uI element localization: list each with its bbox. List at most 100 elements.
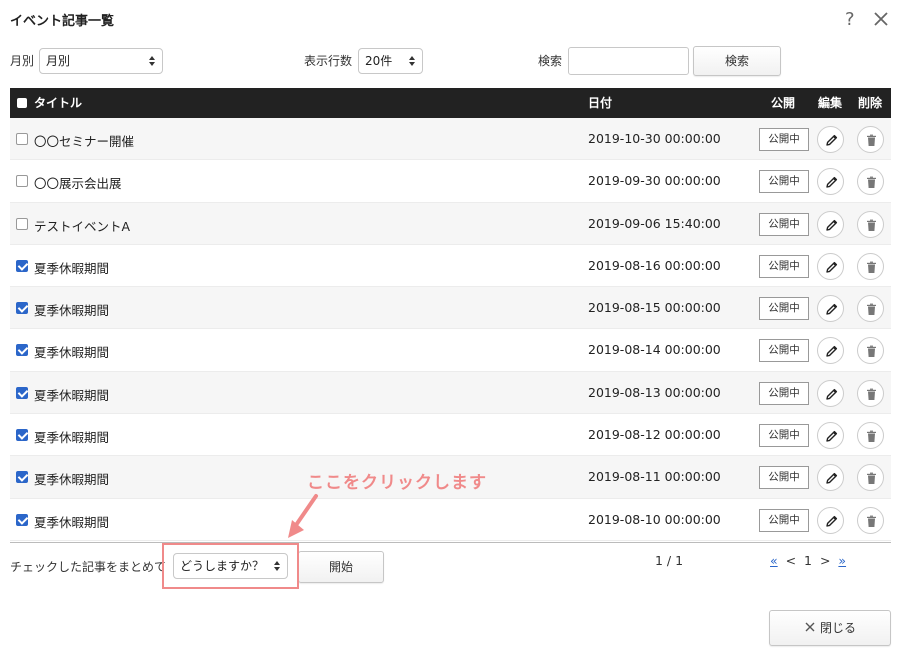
trash-icon — [867, 261, 876, 273]
row-date: 2019-08-14 00:00:00 — [588, 342, 721, 358]
edit-button[interactable] — [817, 464, 844, 492]
row-checkbox[interactable] — [16, 386, 28, 399]
header-publish: 公開 — [771, 96, 796, 110]
pencil-icon — [826, 430, 838, 442]
dialog-title: イベント記事一覧 — [10, 14, 115, 29]
row-date: 2019-09-30 00:00:00 — [588, 173, 721, 189]
edit-button[interactable] — [817, 210, 844, 238]
rows-per-page-label: 表示行数 — [304, 54, 353, 68]
annotation-highlight-box — [162, 543, 299, 589]
publish-status-button[interactable]: 公開中 — [759, 466, 809, 490]
first-page-link[interactable]: « — [770, 553, 778, 568]
row-checkbox[interactable] — [16, 344, 28, 357]
trash-icon — [867, 430, 876, 443]
delete-button[interactable] — [857, 506, 884, 534]
trash-icon — [867, 219, 876, 231]
divider — [10, 542, 891, 543]
table-row: テストイベントA 2019-09-06 15:40:00 公開中 — [10, 202, 891, 245]
row-checkbox[interactable] — [16, 429, 28, 442]
row-checkbox[interactable] — [16, 217, 28, 230]
edit-button[interactable] — [817, 506, 844, 534]
header-title: タイトル — [34, 96, 83, 110]
publish-status-button[interactable]: 公開中 — [759, 212, 809, 236]
trash-icon — [867, 388, 876, 400]
last-page-link[interactable]: » — [838, 553, 846, 568]
row-title[interactable]: テストイベントA — [34, 216, 130, 235]
header-edit: 編集 — [818, 96, 843, 110]
delete-button[interactable] — [857, 422, 884, 450]
edit-button[interactable] — [817, 252, 844, 280]
edit-button[interactable] — [817, 337, 844, 365]
edit-button[interactable] — [817, 379, 844, 407]
header-delete: 削除 — [858, 96, 883, 110]
publish-status-button[interactable]: 公開中 — [759, 339, 809, 363]
next-page: > — [819, 553, 831, 568]
search-input[interactable] — [568, 47, 689, 75]
row-date: 2019-08-12 00:00:00 — [588, 427, 721, 443]
trash-icon — [867, 303, 876, 316]
trash-icon — [867, 176, 876, 189]
delete-button[interactable] — [857, 168, 884, 196]
bulk-action-label: チェックした記事をまとめて — [10, 560, 167, 574]
row-title[interactable]: 夏季休暇期間 — [34, 427, 109, 446]
select-arrows-icon — [149, 56, 155, 66]
pencil-icon — [826, 304, 838, 315]
delete-button[interactable] — [857, 379, 884, 407]
rows-per-page-select[interactable]: 20件 — [358, 48, 423, 74]
close-x-icon[interactable] — [872, 9, 890, 29]
edit-button[interactable] — [817, 422, 844, 450]
row-title[interactable]: 夏季休暇期間 — [34, 469, 109, 488]
close-icon — [805, 622, 815, 632]
row-checkbox[interactable] — [16, 302, 28, 315]
row-title[interactable]: 夏季休暇期間 — [34, 512, 109, 531]
month-select-value: 月別 — [46, 54, 71, 68]
row-checkbox[interactable] — [16, 175, 28, 188]
table-row: 夏季休暇期間 2019-08-15 00:00:00 公開中 — [10, 287, 891, 330]
publish-status-button[interactable]: 公開中 — [759, 424, 809, 448]
publish-status-button[interactable]: 公開中 — [759, 254, 809, 278]
row-title[interactable]: 〇〇セミナー開催 — [34, 131, 134, 150]
row-date: 2019-08-10 00:00:00 — [588, 511, 721, 527]
delete-button[interactable] — [857, 252, 884, 280]
trash-icon — [867, 472, 876, 485]
delete-button[interactable] — [857, 337, 884, 365]
table-row: 夏季休暇期間 2019-08-10 00:00:00 公開中 — [10, 499, 891, 541]
publish-status-button[interactable]: 公開中 — [759, 128, 809, 151]
row-title[interactable]: 夏季休暇期間 — [34, 300, 109, 319]
row-title[interactable]: 夏季休暇期間 — [34, 342, 109, 361]
row-title[interactable]: 夏季休暇期間 — [34, 385, 109, 404]
delete-button[interactable] — [857, 126, 884, 153]
select-all-checkbox[interactable] — [17, 98, 27, 108]
month-select[interactable]: 月別 — [39, 48, 163, 74]
annotation-text: ここをクリックします — [307, 473, 487, 493]
prev-page: < — [785, 553, 797, 568]
publish-status-button[interactable]: 公開中 — [759, 508, 809, 532]
table-row: 〇〇展示会出展 2019-09-30 00:00:00 公開中 — [10, 160, 891, 203]
delete-button[interactable] — [857, 295, 884, 323]
publish-status-button[interactable]: 公開中 — [759, 170, 809, 194]
pagination: « < 1 > » — [770, 553, 846, 568]
search-button[interactable]: 検索 — [693, 46, 781, 76]
row-checkbox[interactable] — [16, 259, 28, 272]
pencil-icon — [826, 515, 838, 527]
edit-button[interactable] — [817, 126, 844, 153]
table-row: 〇〇セミナー開催 2019-10-30 00:00:00 公開中 — [10, 118, 891, 161]
select-arrows-icon — [409, 56, 415, 66]
edit-button[interactable] — [817, 295, 844, 323]
row-checkbox[interactable] — [16, 471, 28, 484]
table-row: 夏季休暇期間 2019-08-16 00:00:00 公開中 — [10, 245, 891, 288]
help-icon[interactable]: ? — [845, 10, 855, 30]
row-date: 2019-10-30 00:00:00 — [588, 131, 721, 146]
rows-per-page-value: 20件 — [365, 54, 393, 68]
edit-button[interactable] — [817, 168, 844, 196]
delete-button[interactable] — [857, 210, 884, 238]
publish-status-button[interactable]: 公開中 — [759, 297, 809, 321]
row-checkbox[interactable] — [16, 133, 28, 145]
delete-button[interactable] — [857, 464, 884, 492]
publish-status-button[interactable]: 公開中 — [759, 381, 809, 405]
start-button[interactable]: 開始 — [298, 551, 384, 583]
close-dialog-button[interactable]: 閉じる — [769, 610, 891, 646]
row-checkbox[interactable] — [16, 513, 28, 526]
row-title[interactable]: 〇〇展示会出展 — [34, 173, 122, 192]
row-title[interactable]: 夏季休暇期間 — [34, 258, 109, 277]
